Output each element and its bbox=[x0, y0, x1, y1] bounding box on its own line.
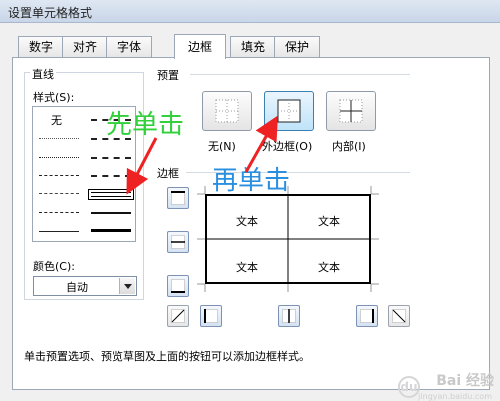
border-diagonal-down-button[interactable] bbox=[388, 305, 410, 327]
annotation-first: 先单击 bbox=[106, 110, 185, 140]
border-inside-vertical-button[interactable] bbox=[278, 305, 300, 327]
line-group-title: 直线 bbox=[30, 66, 56, 82]
line-style-dash-dot[interactable] bbox=[39, 193, 79, 194]
border-bottom-icon bbox=[171, 279, 185, 293]
line-style-dashed[interactable] bbox=[39, 212, 79, 213]
border-left-icon bbox=[204, 309, 218, 323]
baidu-paw-logo: du bbox=[398, 376, 420, 398]
preset-outline-button[interactable] bbox=[264, 91, 314, 131]
preset-none-label: 无(N) bbox=[208, 140, 236, 153]
border-section-title: 边框 bbox=[157, 167, 179, 180]
presets-title: 预置 bbox=[157, 69, 179, 82]
tab-alignment[interactable]: 对齐 bbox=[62, 36, 108, 57]
border-top-icon bbox=[171, 191, 185, 205]
line-style-double[interactable] bbox=[88, 189, 134, 200]
preset-inside-button[interactable] bbox=[326, 91, 376, 131]
watermark-text: Bai 经验 bbox=[436, 373, 494, 389]
border-inside-horizontal-button[interactable] bbox=[167, 231, 189, 253]
preview-cell-4: 文本 bbox=[318, 261, 340, 274]
line-style-dash-dot-dot[interactable] bbox=[39, 175, 79, 176]
preview-cell-3: 文本 bbox=[236, 261, 258, 274]
preset-none-button[interactable] bbox=[202, 91, 252, 131]
tab-border[interactable]: 边框 bbox=[174, 34, 226, 59]
line-style-thin[interactable] bbox=[39, 231, 79, 232]
line-style-none[interactable]: 无 bbox=[51, 112, 62, 128]
color-label: 颜色(C): bbox=[33, 260, 75, 273]
color-select-value: 自动 bbox=[66, 281, 88, 294]
annotation-second: 再单击 bbox=[212, 166, 291, 196]
diagonal-down-icon bbox=[392, 309, 406, 323]
tab-fill[interactable]: 填充 bbox=[230, 36, 276, 57]
border-inside-icon bbox=[339, 99, 363, 123]
border-diagonal-up-button[interactable] bbox=[167, 305, 189, 327]
chevron-down-icon[interactable] bbox=[119, 278, 135, 294]
border-right-icon bbox=[360, 309, 374, 323]
border-bottom-button[interactable] bbox=[167, 275, 189, 297]
preview-cell-2: 文本 bbox=[318, 215, 340, 228]
color-select[interactable]: 自动 bbox=[33, 276, 137, 296]
tab-number[interactable]: 数字 bbox=[18, 36, 64, 57]
preset-outline-label: 外边框(O) bbox=[262, 140, 313, 153]
tab-font[interactable]: 字体 bbox=[106, 36, 152, 57]
border-top-button[interactable] bbox=[167, 187, 189, 209]
border-inside-vertical-icon bbox=[282, 309, 296, 323]
hint-text: 单击预置选项、预览草图及上面的按钮可以添加边框样式。 bbox=[24, 350, 310, 363]
tab-protection[interactable]: 保护 bbox=[274, 36, 320, 57]
border-outline-icon bbox=[277, 99, 301, 123]
border-preview-grid bbox=[197, 186, 379, 292]
border-none-icon bbox=[215, 99, 239, 123]
border-left-button[interactable] bbox=[200, 305, 222, 327]
preview-cell-1: 文本 bbox=[236, 215, 258, 228]
line-style-medium[interactable] bbox=[91, 212, 131, 214]
title-bar: 设置单元格格式 bbox=[0, 0, 500, 23]
diagonal-up-icon bbox=[171, 309, 185, 323]
presets-divider bbox=[190, 74, 410, 75]
line-style-dotted[interactable] bbox=[39, 157, 79, 158]
line-style-hairline[interactable] bbox=[39, 138, 79, 139]
window-title: 设置单元格格式 bbox=[8, 6, 93, 20]
border-right-button[interactable] bbox=[356, 305, 378, 327]
line-style-medium-dashed[interactable] bbox=[91, 175, 131, 177]
preset-inside-label: 内部(I) bbox=[332, 140, 366, 153]
style-label: 样式(S): bbox=[33, 91, 75, 104]
border-inside-horizontal-icon bbox=[171, 235, 185, 249]
border-preview[interactable]: 文本 文本 文本 文本 bbox=[197, 186, 379, 292]
line-style-thick[interactable] bbox=[91, 229, 131, 232]
line-style-medium-dash-dot[interactable] bbox=[91, 157, 131, 159]
